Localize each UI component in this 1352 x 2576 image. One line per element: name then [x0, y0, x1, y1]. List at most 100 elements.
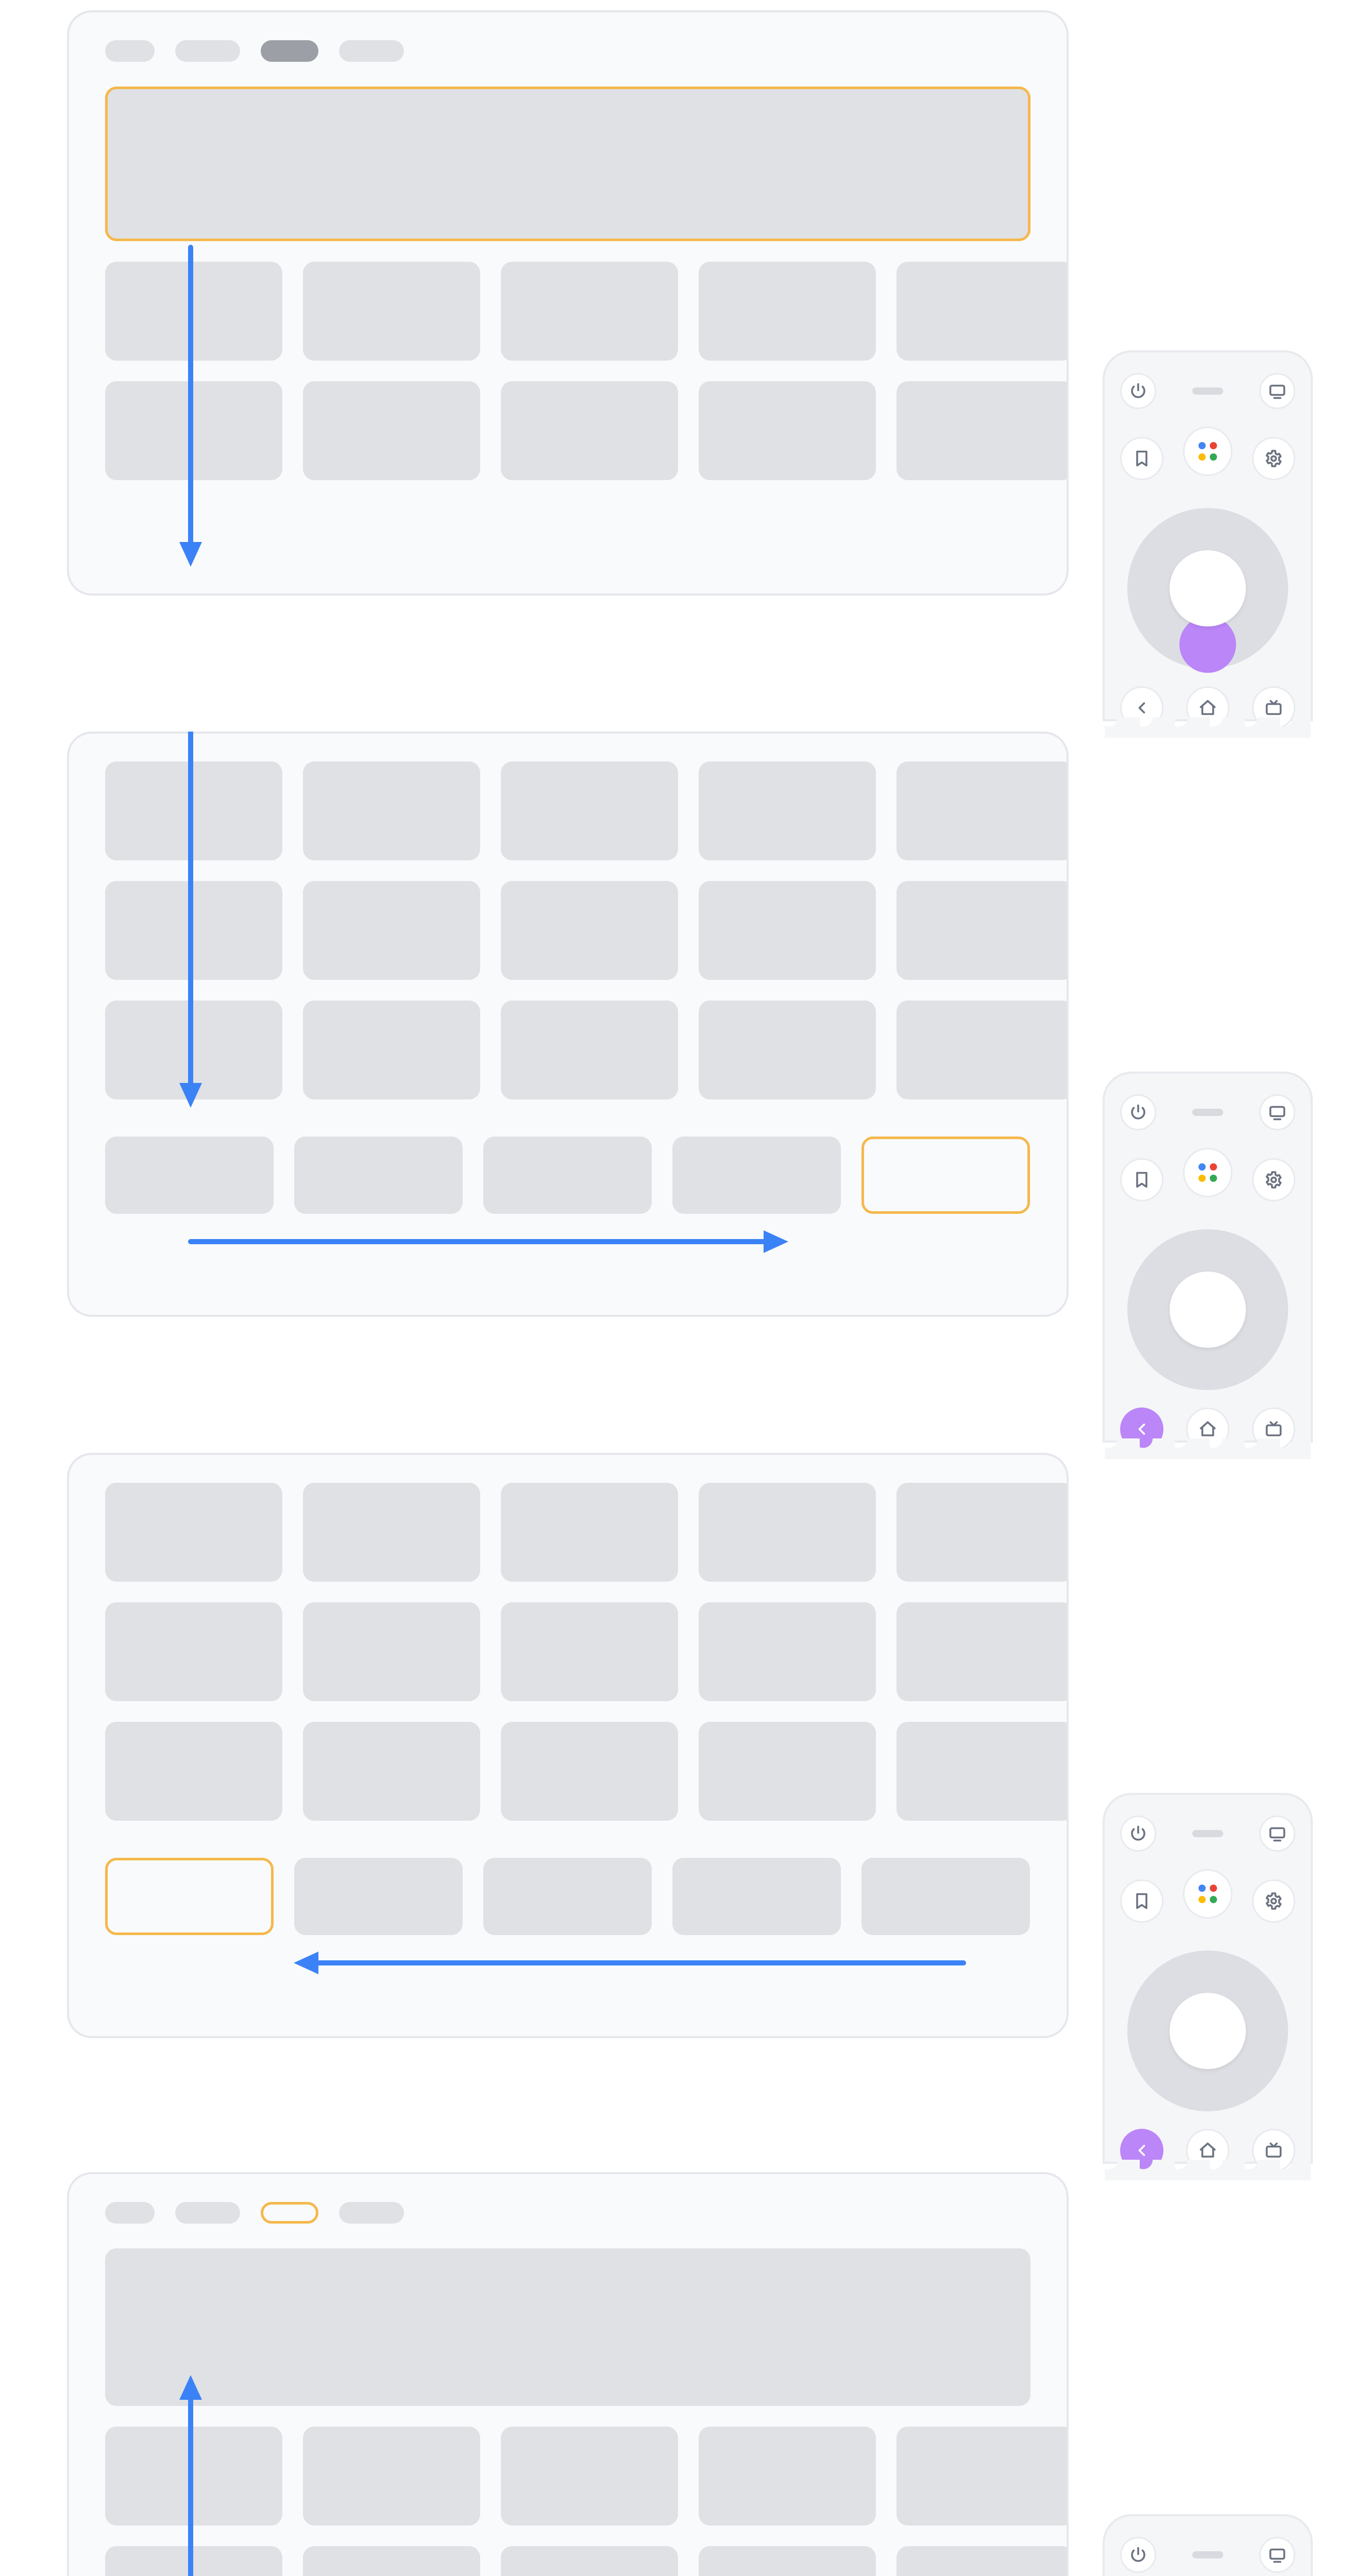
dpad[interactable]	[1127, 1229, 1288, 1390]
live-tv-button[interactable]	[1252, 686, 1295, 730]
content-card[interactable]	[861, 1858, 1030, 1935]
tab[interactable]	[105, 2202, 155, 2224]
settings-button[interactable]	[1252, 1879, 1295, 1923]
power-button[interactable]	[1120, 1094, 1156, 1130]
dpad-ok[interactable]	[1170, 550, 1246, 626]
content-card[interactable]	[501, 881, 678, 980]
content-card[interactable]	[501, 1001, 678, 1099]
hero-card-focused[interactable]	[105, 87, 1030, 241]
bookmark-button[interactable]	[1120, 1879, 1163, 1923]
dpad-ok[interactable]	[1170, 1993, 1246, 2069]
content-card[interactable]	[105, 1483, 282, 1582]
content-card[interactable]	[699, 761, 876, 860]
home-button[interactable]	[1186, 2129, 1229, 2172]
content-card[interactable]	[699, 262, 876, 361]
dpad-ok[interactable]	[1170, 1272, 1246, 1348]
settings-button[interactable]	[1252, 437, 1295, 480]
content-card[interactable]	[105, 1722, 282, 1821]
back-button[interactable]	[1120, 686, 1163, 730]
content-card[interactable]	[303, 2427, 480, 2526]
content-card[interactable]	[501, 761, 678, 860]
content-card[interactable]	[897, 2546, 1069, 2576]
content-card[interactable]	[501, 2546, 678, 2576]
content-card[interactable]	[105, 881, 282, 980]
content-card[interactable]	[105, 262, 282, 361]
bookmark-button[interactable]	[1120, 1158, 1163, 1201]
input-button[interactable]	[1259, 2537, 1295, 2573]
home-button[interactable]	[1186, 1408, 1229, 1451]
tab[interactable]	[339, 40, 404, 62]
content-card[interactable]	[303, 262, 480, 361]
content-card[interactable]	[897, 761, 1069, 860]
content-card[interactable]	[105, 381, 282, 480]
content-card[interactable]	[501, 2427, 678, 2526]
dpad[interactable]	[1127, 508, 1288, 669]
home-button[interactable]	[1186, 686, 1229, 730]
live-tv-button[interactable]	[1252, 1408, 1295, 1451]
content-card-focused[interactable]	[105, 1858, 274, 1935]
content-card[interactable]	[303, 1001, 480, 1099]
content-card[interactable]	[699, 1483, 876, 1582]
content-card[interactable]	[483, 1137, 652, 1214]
content-card[interactable]	[897, 1001, 1069, 1099]
settings-button[interactable]	[1252, 1158, 1295, 1201]
content-card[interactable]	[303, 881, 480, 980]
assistant-button[interactable]	[1183, 1148, 1232, 1197]
content-card[interactable]	[897, 2427, 1069, 2526]
input-button[interactable]	[1259, 1094, 1295, 1130]
content-card[interactable]	[897, 881, 1069, 980]
live-tv-button[interactable]	[1252, 2129, 1295, 2172]
content-card[interactable]	[501, 381, 678, 480]
input-button[interactable]	[1259, 373, 1295, 409]
input-button[interactable]	[1259, 1816, 1295, 1852]
content-card[interactable]	[303, 1602, 480, 1701]
content-card[interactable]	[303, 381, 480, 480]
content-card[interactable]	[699, 2427, 876, 2526]
content-card[interactable]	[897, 381, 1069, 480]
content-card[interactable]	[303, 1483, 480, 1582]
tab-active[interactable]	[261, 40, 318, 62]
content-card[interactable]	[105, 761, 282, 860]
content-card[interactable]	[699, 2546, 876, 2576]
content-card[interactable]	[897, 1483, 1069, 1582]
content-card[interactable]	[699, 381, 876, 480]
content-card[interactable]	[294, 1137, 463, 1214]
bookmark-button[interactable]	[1120, 437, 1163, 480]
content-card[interactable]	[672, 1137, 841, 1214]
power-button[interactable]	[1120, 373, 1156, 409]
content-card[interactable]	[501, 1602, 678, 1701]
content-card[interactable]	[303, 761, 480, 860]
assistant-button[interactable]	[1183, 427, 1232, 476]
content-card[interactable]	[699, 1602, 876, 1701]
tab-focused[interactable]	[261, 2202, 318, 2224]
content-card[interactable]	[501, 1722, 678, 1821]
content-card[interactable]	[897, 262, 1069, 361]
dpad[interactable]	[1127, 1951, 1288, 2111]
content-card[interactable]	[699, 1001, 876, 1099]
tab[interactable]	[339, 2202, 404, 2224]
content-card[interactable]	[897, 1602, 1069, 1701]
content-card[interactable]	[105, 1001, 282, 1099]
content-card[interactable]	[105, 1602, 282, 1701]
back-button[interactable]	[1120, 2129, 1163, 2172]
assistant-button[interactable]	[1183, 1869, 1232, 1919]
content-card[interactable]	[897, 1722, 1069, 1821]
content-card[interactable]	[699, 881, 876, 980]
content-card[interactable]	[483, 1858, 652, 1935]
content-card[interactable]	[105, 2546, 282, 2576]
content-card[interactable]	[105, 2427, 282, 2526]
tab[interactable]	[175, 2202, 240, 2224]
content-card[interactable]	[501, 1483, 678, 1582]
hero-card[interactable]	[105, 2248, 1030, 2406]
content-card[interactable]	[105, 1137, 274, 1214]
content-card[interactable]	[303, 2546, 480, 2576]
power-button[interactable]	[1120, 1816, 1156, 1852]
content-card-focused[interactable]	[861, 1137, 1030, 1214]
power-button[interactable]	[1120, 2537, 1156, 2573]
content-card[interactable]	[294, 1858, 463, 1935]
tab[interactable]	[175, 40, 240, 62]
content-card[interactable]	[303, 1722, 480, 1821]
tab[interactable]	[105, 40, 155, 62]
back-button[interactable]	[1120, 1408, 1163, 1451]
content-card[interactable]	[672, 1858, 841, 1935]
